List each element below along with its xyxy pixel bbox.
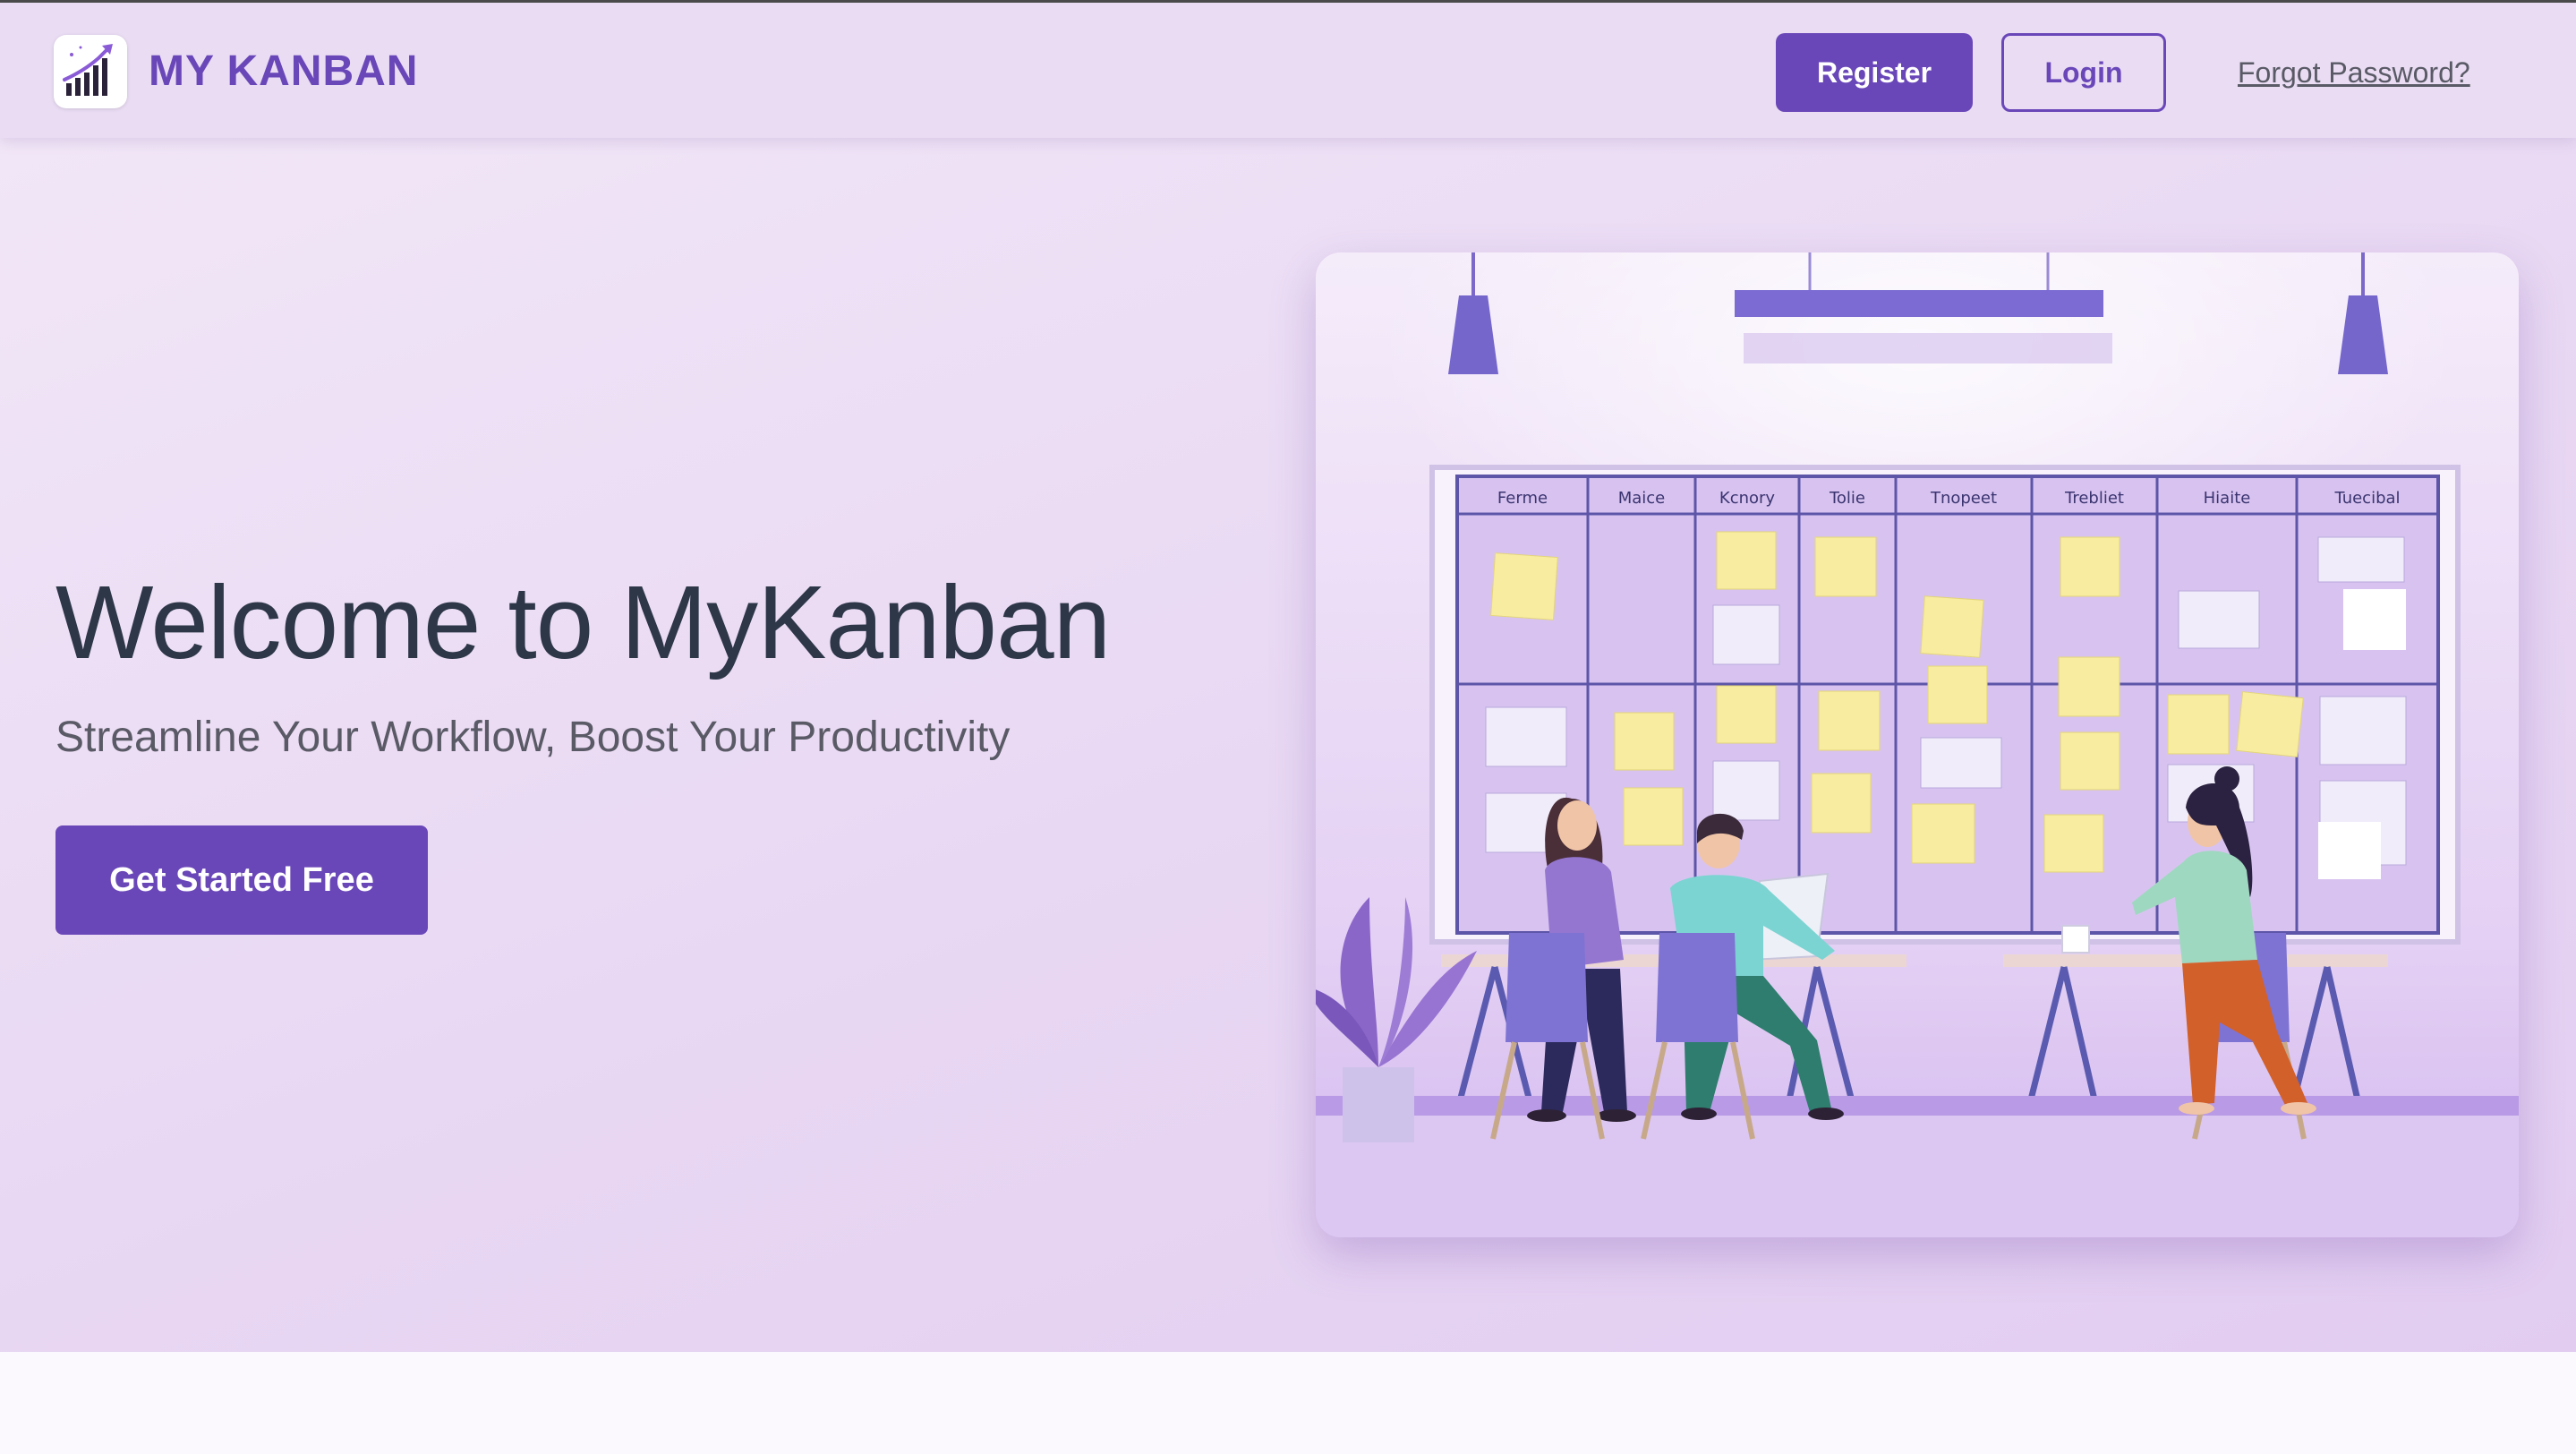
get-started-button[interactable]: Get Started Free <box>55 825 428 935</box>
board-column-header: Hiaite <box>2204 489 2251 508</box>
top-navbar: MY KANBAN Register Login Forgot Password… <box>0 0 2576 138</box>
forgot-password-link[interactable]: Forgot Password? <box>2238 55 2470 90</box>
rising-chart-logo-icon[interactable] <box>54 35 127 108</box>
board-column-header: Trebliet <box>2064 489 2124 508</box>
board-column-header: Kcnory <box>1719 489 1776 508</box>
board-column-header: Maice <box>1618 489 1666 508</box>
hero-title: Welcome to MyKanban <box>55 564 1111 680</box>
hero-section: Welcome to MyKanban Streamline Your Work… <box>0 138 2576 1352</box>
brand-name[interactable]: MY KANBAN <box>149 46 418 98</box>
board-column-header: Tnopeet <box>1930 489 1997 508</box>
team-kanban-board-illustration: Ferme Maice Kcnory Tolie Tnopeet Treblie… <box>1316 252 2519 1237</box>
board-column-header: Ferme <box>1497 489 1548 508</box>
login-button[interactable]: Login <box>2001 33 2166 112</box>
footer-strip <box>0 1352 2576 1454</box>
register-button[interactable]: Register <box>1776 33 1973 112</box>
hero-subtitle: Streamline Your Workflow, Boost Your Pro… <box>55 714 1011 761</box>
board-column-header: Tolie <box>1829 489 1865 508</box>
board-column-header: Tuecibal <box>2333 489 2400 508</box>
